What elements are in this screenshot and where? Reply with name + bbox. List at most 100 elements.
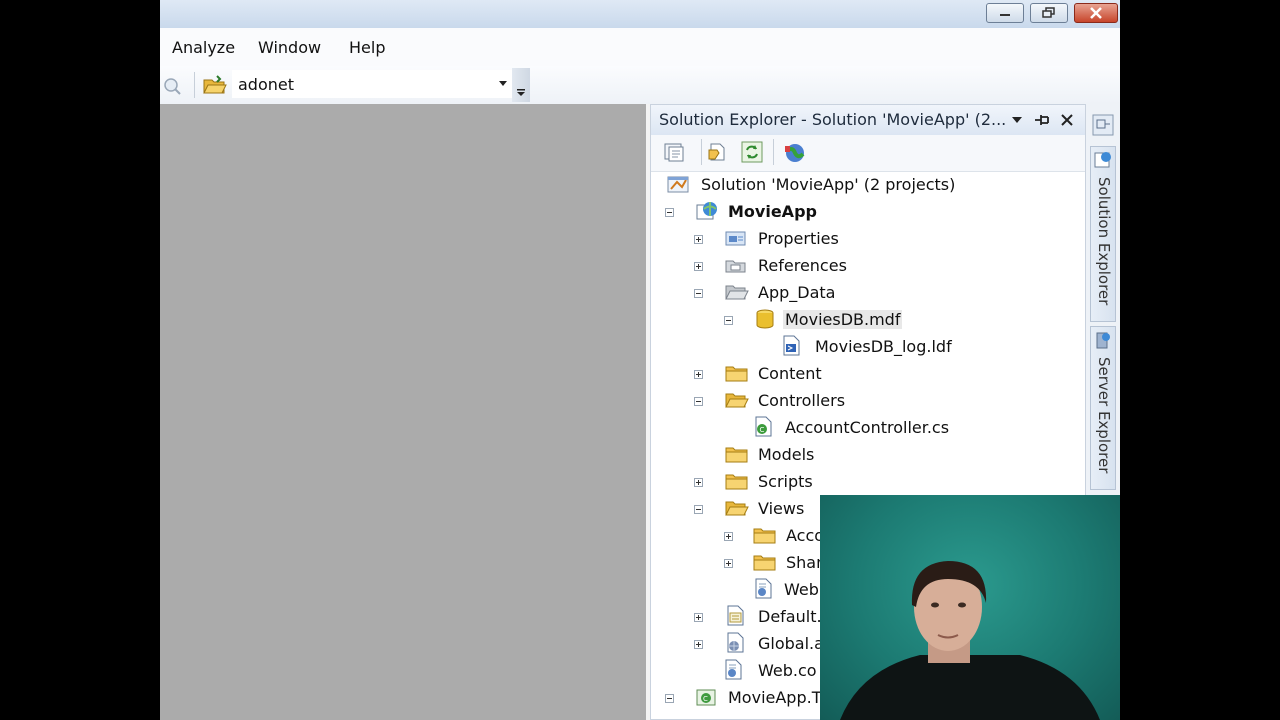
collapse-toggle[interactable] — [665, 208, 674, 217]
log-file-icon — [783, 335, 800, 356]
tree-item-movieapp-project[interactable]: MovieApp — [661, 198, 1071, 225]
solution-explorer-tab-icon — [1094, 152, 1111, 168]
expand-toggle[interactable] — [694, 370, 703, 379]
references-icon — [725, 260, 746, 273]
toolbar-separator — [773, 139, 774, 165]
folder-icon — [725, 366, 748, 382]
close-icon — [1090, 7, 1102, 19]
folder-icon — [725, 447, 748, 463]
cs-file-icon: C — [755, 416, 772, 437]
solution-configuration-combo[interactable]: adonet — [232, 70, 512, 98]
expand-toggle[interactable] — [694, 640, 703, 649]
svg-text:C: C — [760, 426, 765, 434]
tree-item-accountcontroller[interactable]: C AccountController.cs — [751, 414, 1071, 441]
tree-item-label: Web.co — [758, 661, 817, 680]
tree-item-label: Content — [758, 364, 822, 383]
minimize-button[interactable] — [986, 3, 1024, 23]
toolbox-tab-icon[interactable] — [1092, 114, 1114, 136]
solution-explorer-title-bar: Solution Explorer - Solution 'MovieApp' … — [651, 105, 1085, 136]
tree-item-models[interactable]: Models — [691, 441, 1081, 468]
combo-value: adonet — [238, 75, 295, 94]
show-all-files-icon[interactable] — [707, 141, 729, 163]
expand-toggle[interactable] — [694, 262, 703, 271]
toolbar-separator — [194, 72, 195, 98]
refresh-icon[interactable] — [741, 141, 763, 163]
folder-open-icon — [725, 501, 749, 516]
tree-item-scripts[interactable]: Scripts — [691, 468, 1081, 495]
menu-window[interactable]: Window — [258, 38, 321, 57]
folder-icon — [725, 474, 748, 490]
tree-item-label: MovieApp — [728, 202, 817, 221]
close-panel-icon[interactable] — [1059, 112, 1075, 128]
collapse-toggle[interactable] — [694, 505, 703, 514]
server-explorer-tab-icon — [1096, 332, 1110, 349]
open-folder-icon[interactable] — [202, 74, 228, 96]
expand-toggle[interactable] — [694, 613, 703, 622]
editor-area — [160, 104, 646, 720]
tree-item-content[interactable]: Content — [691, 360, 1081, 387]
collapse-toggle[interactable] — [724, 316, 733, 325]
tree-item-controllers[interactable]: Controllers — [691, 387, 1081, 414]
tree-item-app-data[interactable]: App_Data — [691, 279, 1081, 306]
tree-item-moviesdb-log[interactable]: MoviesDB_log.ldf — [781, 333, 1081, 360]
restore-button[interactable] — [1030, 3, 1068, 23]
tree-item-label: Acco — [786, 526, 825, 545]
tab-label: Solution Explorer — [1095, 177, 1113, 306]
tree-item-solution[interactable]: Solution 'MovieApp' (2 projects) — [667, 171, 1077, 198]
tree-item-label: Shar — [786, 553, 823, 572]
web-project-icon — [696, 202, 717, 220]
properties-icon — [725, 231, 746, 246]
tree-item-properties[interactable]: Properties — [691, 225, 1081, 252]
chevron-down-icon[interactable] — [498, 80, 508, 88]
find-in-files-icon[interactable] — [162, 76, 182, 96]
minimize-icon — [1000, 14, 1010, 16]
menu-analyze[interactable]: Analyze — [172, 38, 235, 57]
close-button[interactable] — [1074, 3, 1118, 23]
folder-open-icon — [725, 393, 749, 408]
toolbar-separator — [701, 139, 702, 165]
tab-label: Server Explorer — [1095, 357, 1113, 474]
folder-icon — [753, 528, 776, 544]
tree-item-label: Views — [758, 499, 805, 518]
expand-toggle[interactable] — [724, 559, 733, 568]
tree-item-label: MovieApp.T — [728, 688, 822, 707]
title-bar — [160, 0, 1120, 29]
collapse-toggle[interactable] — [665, 694, 674, 703]
tree-item-label: App_Data — [758, 283, 836, 302]
overflow-chevron-icon — [517, 89, 525, 96]
collapse-toggle[interactable] — [694, 397, 703, 406]
tree-item-label: MoviesDB_log.ldf — [815, 337, 952, 356]
restore-icon — [1042, 7, 1055, 18]
tree-item-label: AccountController.cs — [785, 418, 950, 437]
tree-item-label: Scripts — [758, 472, 813, 491]
svg-text:C: C — [703, 695, 708, 703]
tab-solution-explorer[interactable]: Solution Explorer — [1090, 146, 1116, 322]
collapse-toggle[interactable] — [694, 289, 703, 298]
tree-item-label: MoviesDB.mdf — [783, 310, 903, 329]
menu-help[interactable]: Help — [349, 38, 385, 57]
tree-item-label: Global.a — [758, 634, 824, 653]
expand-toggle[interactable] — [694, 478, 703, 487]
solution-icon — [667, 176, 689, 193]
class-diagram-icon[interactable] — [783, 141, 805, 163]
pin-icon[interactable] — [1033, 112, 1051, 128]
menu-bar: Analyze Window Help — [160, 28, 1120, 66]
test-project-icon: C — [696, 689, 716, 706]
tree-item-moviesdb-mdf[interactable]: MoviesDB.mdf — [721, 306, 921, 333]
folder-icon — [753, 555, 776, 571]
properties-pages-icon[interactable] — [663, 141, 685, 163]
window-position-dropdown-icon[interactable] — [1011, 116, 1023, 124]
config-file-icon — [755, 578, 772, 599]
presenter-figure — [840, 561, 1100, 720]
database-icon — [756, 309, 774, 329]
tree-item-label: Web — [784, 580, 819, 599]
config-file-icon — [725, 659, 742, 680]
tree-item-label: Solution 'MovieApp' (2 projects) — [701, 175, 956, 194]
tree-item-label: Controllers — [758, 391, 846, 410]
tab-server-explorer[interactable]: Server Explorer — [1090, 326, 1116, 490]
expand-toggle[interactable] — [724, 532, 733, 541]
folder-open-icon — [725, 285, 749, 300]
expand-toggle[interactable] — [694, 235, 703, 244]
tree-item-references[interactable]: References — [691, 252, 1081, 279]
toolbar-overflow-button[interactable] — [512, 68, 530, 102]
